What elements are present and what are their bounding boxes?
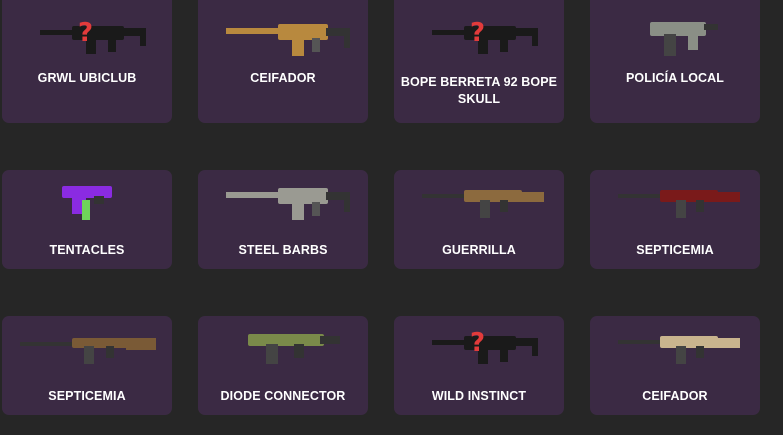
- skin-name: CEIFADOR: [250, 71, 316, 85]
- skin-name: BOPE BERRETA 92 BOPE SKULL: [400, 75, 558, 106]
- question-mark-icon: ?: [470, 18, 486, 48]
- weapon-image: [404, 174, 554, 226]
- weapon-image: [208, 174, 358, 226]
- skin-name: TENTACLES: [49, 243, 125, 257]
- skin-name: GUERRILLA: [442, 243, 516, 257]
- skin-card[interactable]: SEPTICEMIA: [2, 316, 172, 415]
- skin-name: POLICÍA LOCAL: [625, 71, 725, 85]
- question-mark-icon: ?: [470, 328, 486, 358]
- skin-card[interactable]: TENTACLES: [2, 170, 172, 269]
- weapon-image: [12, 174, 162, 226]
- skin-card[interactable]: SEPTICEMIA: [590, 170, 760, 269]
- weapon-image: [600, 10, 750, 62]
- weapon-skin-grid: ? GRWL UBICLUB CEIFADOR ? BOPE BERRETA 92 …: [0, 0, 783, 435]
- weapon-image: [208, 320, 358, 372]
- skin-name: SEPTICEMIA: [636, 243, 714, 257]
- skin-card[interactable]: GUERRILLA: [394, 170, 564, 269]
- weapon-image: [12, 320, 162, 372]
- weapon-image: [600, 174, 750, 226]
- skin-name: SEPTICEMIA: [48, 389, 126, 403]
- skin-card[interactable]: CEIFADOR: [198, 0, 368, 123]
- skin-name: WILD INSTINCT: [431, 389, 527, 403]
- skin-name: STEEL BARBS: [238, 243, 328, 257]
- skin-card[interactable]: POLICÍA LOCAL: [590, 0, 760, 123]
- skin-name: CEIFADOR: [642, 389, 708, 403]
- question-mark-icon: ?: [78, 18, 94, 48]
- skin-name: GRWL UBICLUB: [37, 71, 137, 85]
- skin-card[interactable]: STEEL BARBS: [198, 170, 368, 269]
- skin-card[interactable]: ? GRWL UBICLUB: [2, 0, 172, 123]
- skin-name: DIODE CONNECTOR: [220, 389, 346, 403]
- skin-card[interactable]: CEIFADOR: [590, 316, 760, 415]
- skin-card[interactable]: DIODE CONNECTOR: [198, 316, 368, 415]
- skin-card[interactable]: ? BOPE BERRETA 92 BOPE SKULL: [394, 0, 564, 123]
- weapon-image: [208, 10, 358, 62]
- skin-card[interactable]: ? WILD INSTINCT: [394, 316, 564, 415]
- weapon-image: [600, 320, 750, 372]
